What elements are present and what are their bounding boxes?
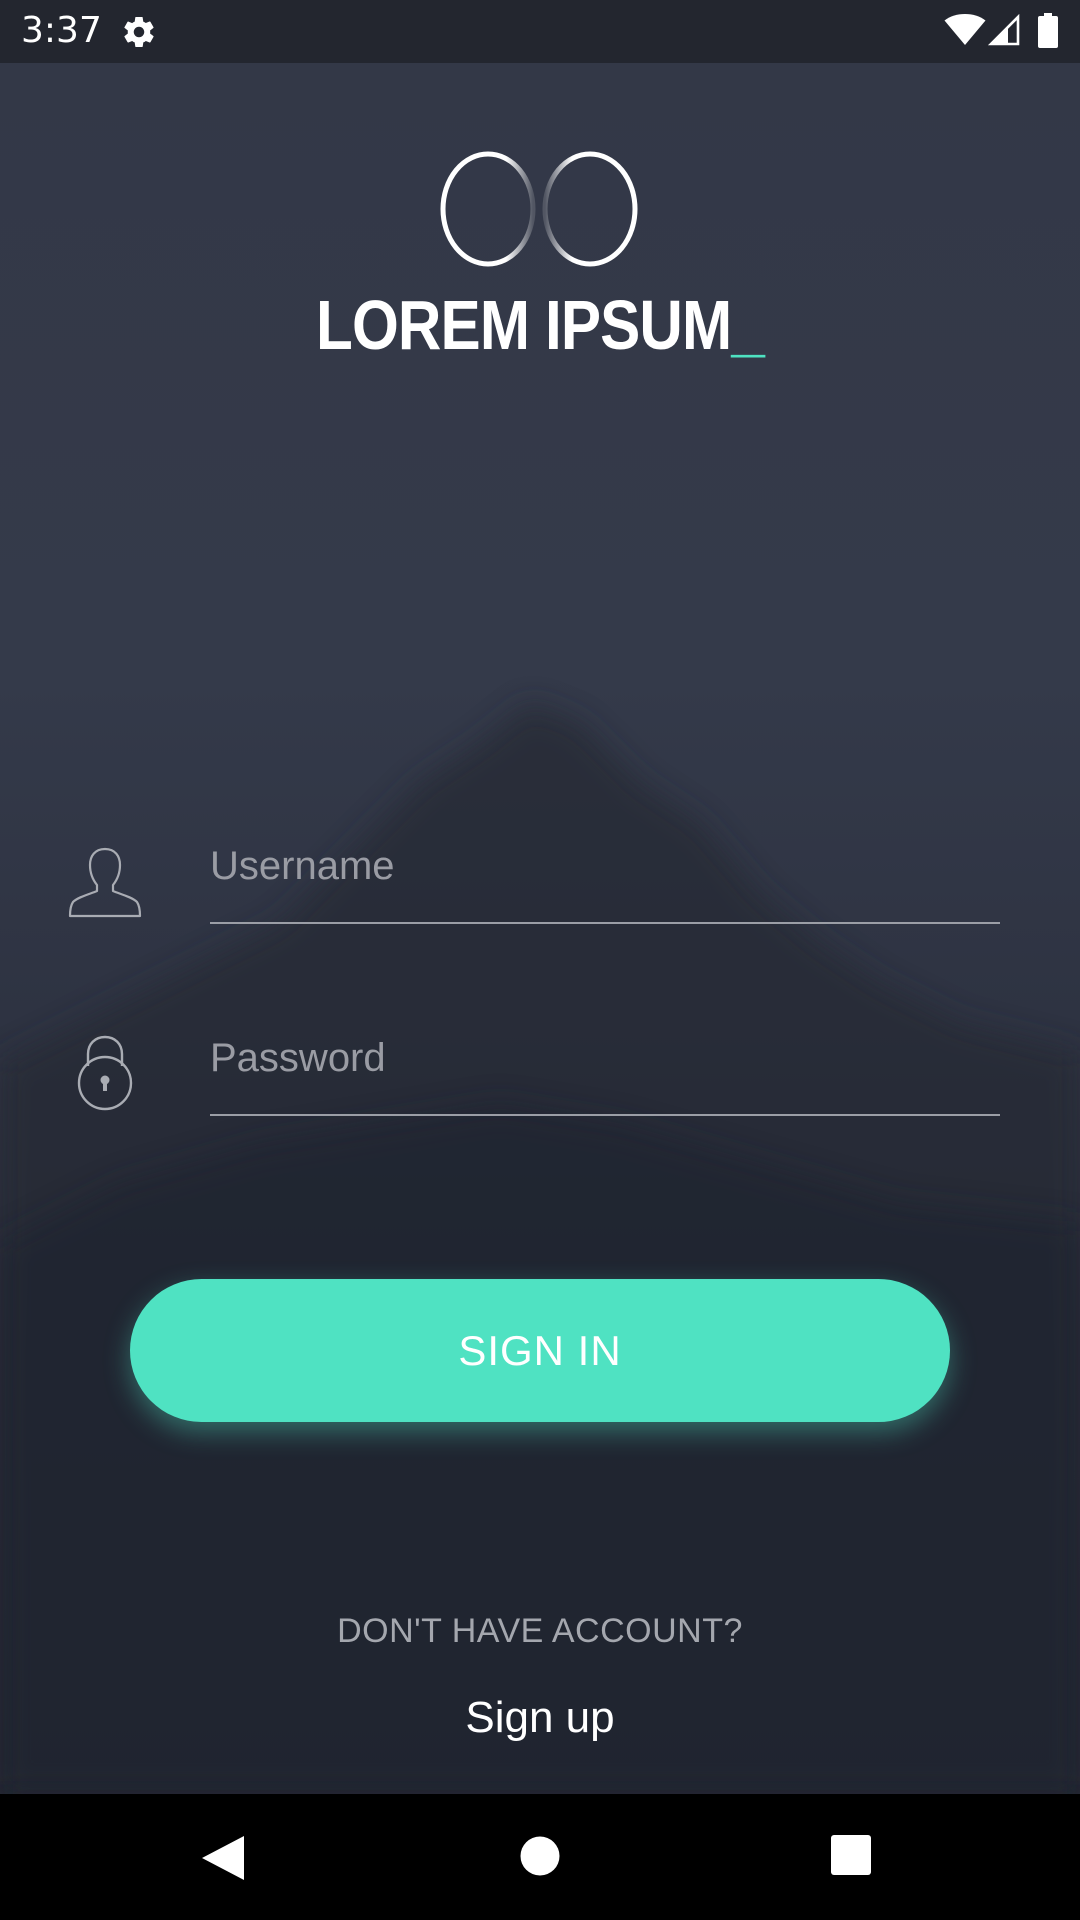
app-title-text: LOREM IPSUM [316,286,732,364]
login-screen: 3:37 LOREM IPSUM_ Username SIGN IN DON'T… [0,0,1080,1920]
battery-icon [1038,13,1058,48]
sign-in-button[interactable]: SIGN IN [130,1279,950,1422]
status-time: 3:37 [21,10,102,51]
recents-square-icon[interactable] [830,1834,872,1876]
app-title-cursor: _ [731,286,764,364]
no-account-prompt: DON'T HAVE ACCOUNT? [337,1612,743,1650]
app-title: LOREM IPSUM_ [76,282,1005,368]
back-triangle-icon[interactable] [200,1834,246,1882]
sign-up-link[interactable]: Sign up [440,1688,640,1748]
cell-signal-icon [988,14,1020,46]
user-silhouette-icon [68,847,142,918]
status-bar: 3:37 [0,0,1080,63]
wifi-icon [944,14,986,45]
home-circle-icon[interactable] [519,1835,561,1877]
username-input[interactable] [210,828,1000,924]
navigation-bar [0,1794,1080,1920]
padlock-icon [77,1035,133,1111]
infinity-rings-logo [440,151,638,267]
settings-gear-icon [124,17,154,48]
password-input[interactable] [210,1020,1000,1116]
